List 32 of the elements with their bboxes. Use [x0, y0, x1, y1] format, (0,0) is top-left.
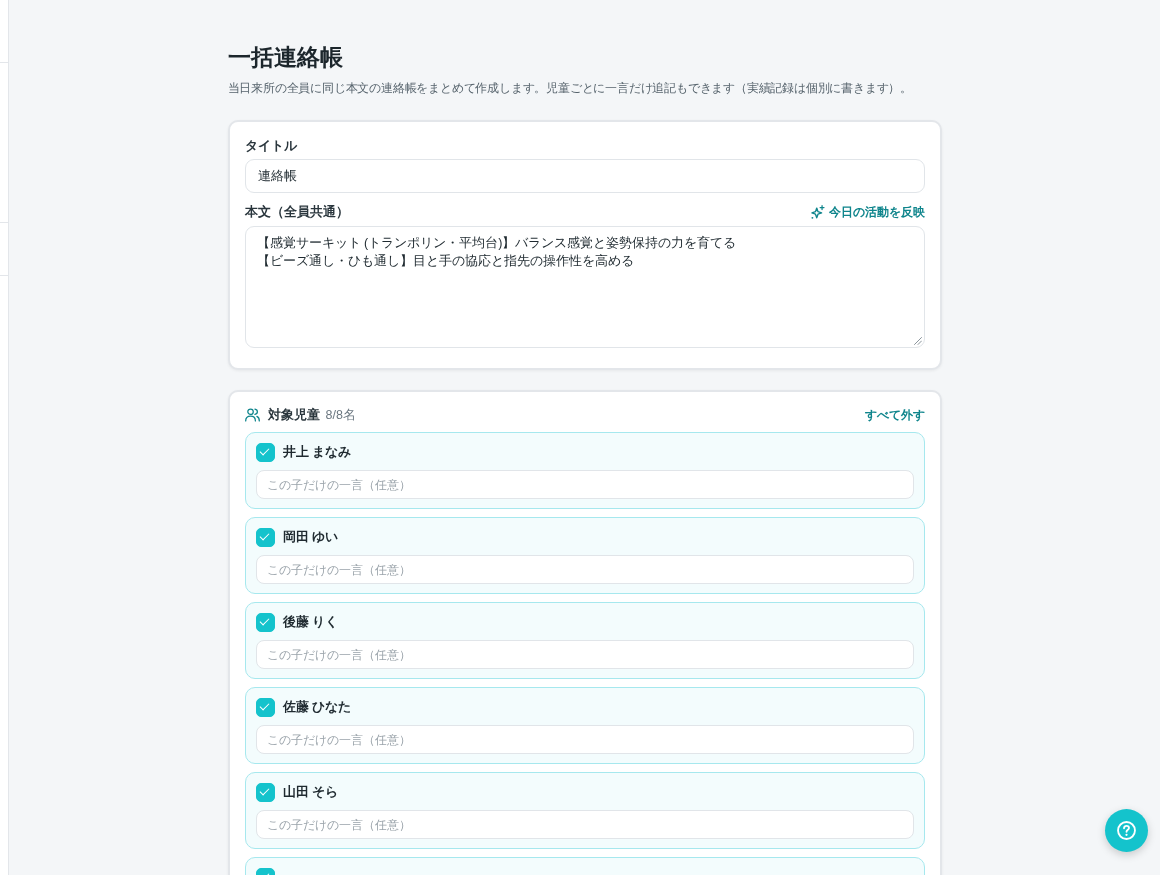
help-button[interactable] [1105, 809, 1148, 852]
page-title: 一括連絡帳 [227, 43, 344, 72]
field-label: タイトル [244, 138, 298, 155]
section-label: 対象児童 [267, 406, 320, 424]
child-name: 井上 まなみ [282, 443, 351, 461]
help-icon [1117, 821, 1136, 840]
note-input[interactable]: この子だけの一言（任意） [255, 470, 914, 499]
checkbox[interactable] [255, 527, 275, 547]
resize-grip-icon[interactable] [913, 337, 922, 345]
checkbox[interactable] [255, 612, 275, 632]
reflect-activity-button[interactable]: 今日の活動を反映 [810, 203, 925, 221]
checkbox[interactable] [255, 697, 275, 717]
child-name: 佐藤 ひなた [282, 698, 351, 716]
people-icon [244, 408, 260, 422]
deselect-all-button[interactable]: すべて外す [864, 406, 925, 424]
sparkle-icon [810, 205, 825, 219]
body-text-line: 【ビーズ通し・ひも通し】目と手の協応と指先の操作性を高める [256, 253, 634, 270]
child-name: 後藤 りく [282, 613, 338, 631]
body-textarea[interactable]: 【感覚サーキット (トランポリン・平均台)】バランス感覚と姿勢保持の力を育てる 【ビーズ通し・ひも通し】目と手の協応と指先の操作性を高める [244, 226, 925, 348]
field-label: 本文（全員共通） [244, 204, 349, 221]
checkbox[interactable] [255, 782, 275, 802]
page-description: 当日来所の全員に同じ本文の連絡帳をまとめて作成します。児童ごとに一言だけ追記もできます（実績記録は個別に書きます）。 [227, 80, 912, 97]
note-input[interactable]: この子だけの一言（任意） [255, 555, 914, 584]
note-input[interactable]: この子だけの一言（任意） [255, 725, 914, 754]
child-name: 岡田 ゆい [282, 528, 338, 546]
title-input[interactable]: 連絡帳 [244, 159, 925, 193]
selected-count: 8/8名 [325, 406, 356, 424]
note-input[interactable]: この子だけの一言（任意） [255, 810, 914, 839]
child-name: 山田 そら [282, 783, 338, 801]
note-input[interactable]: この子だけの一言（任意） [255, 640, 914, 669]
checkbox[interactable] [255, 442, 275, 462]
body-text-line: 【感覚サーキット (トランポリン・平均台)】バランス感覚と姿勢保持の力を育てる [256, 235, 737, 252]
